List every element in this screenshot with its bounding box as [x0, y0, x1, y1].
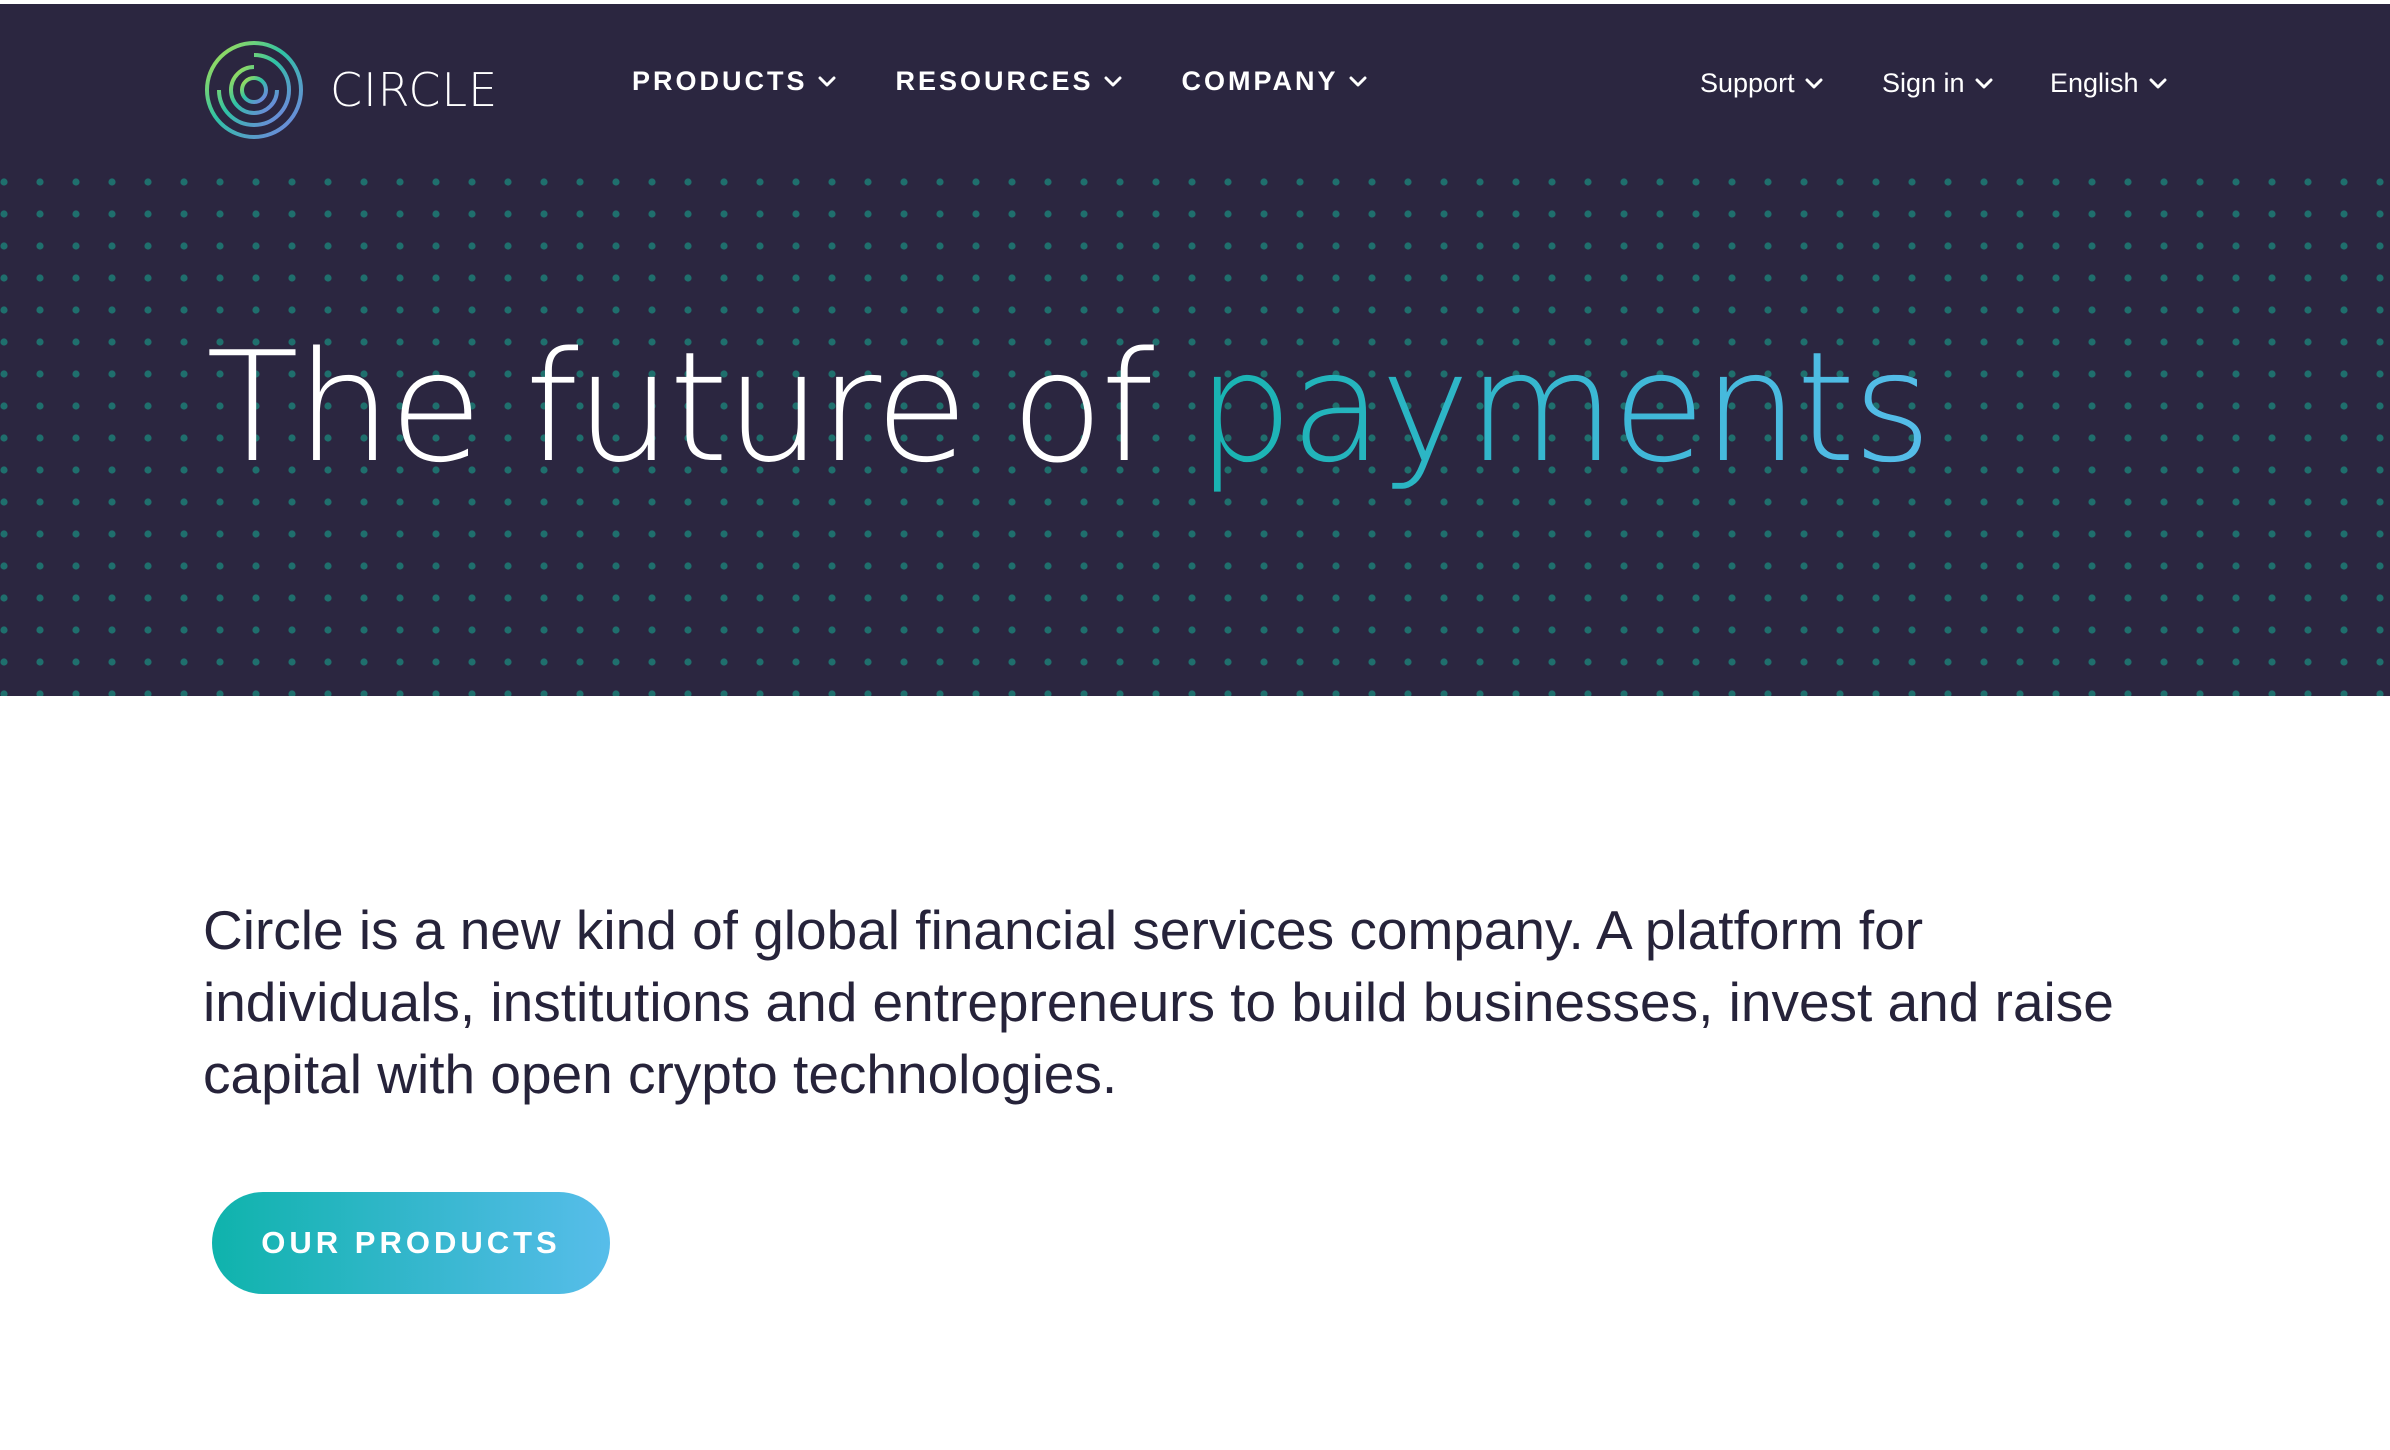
nav-sign-in[interactable]: Sign in	[1882, 68, 1993, 99]
page: CIRCLE PRODUCTS RESOURCES COMPANY Suppor…	[0, 0, 2390, 1450]
intro-paragraph: Circle is a new kind of global financial…	[203, 899, 2114, 1105]
chevron-down-icon	[1975, 78, 1993, 88]
hero-headline: The future of payments	[206, 318, 1932, 498]
nav-language[interactable]: English	[2050, 68, 2167, 99]
nav-resources[interactable]: RESOURCES	[896, 66, 1122, 97]
chevron-down-icon	[1349, 76, 1367, 86]
nav-language-label: English	[2050, 68, 2139, 98]
nav-support-label: Support	[1700, 68, 1795, 98]
top-navigation: CIRCLE PRODUCTS RESOURCES COMPANY Suppor…	[0, 0, 2390, 170]
brand-name: CIRCLE	[330, 63, 499, 117]
nav-company[interactable]: COMPANY	[1182, 66, 1367, 97]
circle-logo-link[interactable]: CIRCLE	[202, 36, 498, 144]
nav-support[interactable]: Support	[1700, 68, 1823, 99]
circle-logo-icon	[205, 41, 303, 139]
chevron-down-icon	[1104, 76, 1122, 86]
main-menu: PRODUCTS RESOURCES COMPANY	[632, 66, 1427, 97]
chevron-down-icon	[1805, 78, 1823, 88]
nav-products-label: PRODUCTS	[632, 66, 808, 96]
hero-headline-accent: payments	[1196, 319, 1932, 496]
hero-section: CIRCLE PRODUCTS RESOURCES COMPANY Suppor…	[0, 0, 2390, 696]
nav-resources-label: RESOURCES	[895, 66, 1094, 96]
hero-headline-prefix: The future of	[206, 319, 1197, 496]
chevron-down-icon	[2149, 78, 2167, 88]
chevron-down-icon	[818, 76, 836, 86]
nav-sign-in-label: Sign in	[1882, 68, 1965, 98]
nav-company-label: COMPANY	[1181, 66, 1339, 96]
nav-products[interactable]: PRODUCTS	[632, 66, 836, 97]
our-products-button[interactable]: OUR PRODUCTS	[212, 1192, 610, 1294]
